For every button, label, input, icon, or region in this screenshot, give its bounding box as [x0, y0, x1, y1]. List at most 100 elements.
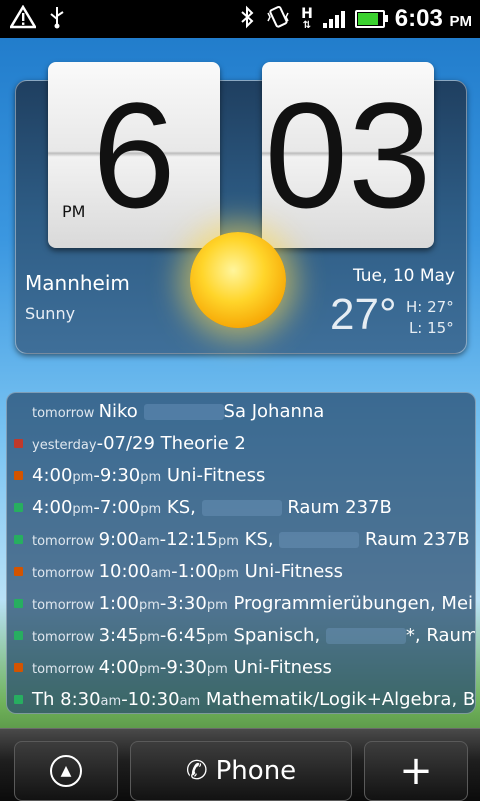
status-time: 6:03 — [394, 5, 443, 32]
weather-condition: Sunny — [25, 304, 76, 323]
agenda-event-part: -9:30 — [159, 656, 207, 678]
agenda-event-part: 4:00 — [98, 656, 139, 678]
calendar-color-icon — [14, 439, 23, 448]
redacted-text — [279, 531, 360, 548]
minute-flip-card[interactable]: 03 — [262, 62, 434, 248]
agenda-event-part: Raum 237B — [359, 528, 470, 550]
agenda-event-text: 4:00pm-7:00pm KS, Raum 237B — [32, 497, 392, 518]
agenda-event-part: -3:30 — [159, 592, 207, 614]
agenda-event[interactable]: tomorrow 9:00am-12:15pm KS, Raum 237B — [7, 523, 475, 555]
agenda-event-part: Spanisch, — [227, 624, 326, 646]
agenda-event-part: am — [150, 565, 172, 581]
calendar-color-icon — [14, 471, 23, 480]
vibrate-icon — [265, 5, 291, 33]
agenda-event-part: Mathematik/Logik+Algebra, Be — [200, 688, 476, 710]
agenda-event-text: tomorrow 4:00pm-9:30pm Uni-Fitness — [32, 657, 332, 678]
redacted-text — [201, 499, 282, 516]
agenda-event-text: tomorrow Niko Sa Johanna — [32, 401, 324, 422]
agenda-event[interactable]: tomorrow 3:45pm-6:45pm Spanisch, *, Raum — [7, 619, 475, 651]
agenda-event-part: tomorrow — [32, 661, 99, 677]
agenda-event-part: pm — [72, 501, 94, 517]
agenda-event-part: pm — [206, 661, 228, 677]
agenda-event-text: tomorrow 10:00am-1:00pm Uni-Fitness — [32, 561, 343, 582]
agenda-event-part: *, Raum — [405, 624, 476, 646]
agenda-event[interactable]: tomorrow 4:00pm-9:30pm Uni-Fitness — [7, 651, 475, 683]
agenda-event-part: tomorrow — [32, 565, 99, 581]
agenda-event-part: -10:30 — [121, 688, 180, 710]
agenda-event-part: pm — [218, 565, 239, 581]
agenda-event-part: tomorrow — [32, 405, 99, 421]
add-button[interactable]: + — [364, 741, 468, 801]
calendar-color-icon — [14, 631, 23, 640]
hspa-icon: H ⇅ — [301, 6, 313, 31]
redacted-text — [325, 627, 406, 644]
sun-icon — [190, 232, 286, 328]
agenda-event[interactable]: 4:00pm-9:30pm Uni-Fitness — [7, 459, 475, 491]
clock-ampm: PM — [62, 202, 86, 221]
agenda-event-part: tomorrow — [32, 533, 99, 549]
agenda-event-part: -9:30 — [93, 464, 141, 486]
agenda-event-part: Th 8:30 — [32, 688, 101, 710]
agenda-event-part: Programmierübungen, Mei — [227, 592, 474, 614]
hspa-label: H — [301, 6, 313, 22]
agenda-event[interactable]: yesterday-07/29 Theorie 2 — [7, 427, 475, 459]
agenda-event-part: pm — [218, 533, 239, 549]
calendar-color-icon — [14, 695, 23, 704]
agenda-event-part: pm — [138, 629, 160, 645]
agenda-event[interactable]: tomorrow 1:00pm-3:30pm Programmierübunge… — [7, 587, 475, 619]
phone-handset-icon: ✆ — [185, 756, 208, 786]
calendar-color-icon — [14, 535, 23, 544]
agenda-event-part: -12:15 — [159, 528, 218, 550]
battery-icon — [354, 10, 388, 28]
agenda-event[interactable]: Th 8:30am-10:30am Mathematik/Logik+Algeb… — [7, 683, 476, 713]
status-bar: H ⇅ 6:03 PM — [0, 0, 480, 38]
agenda-event-part: 4:00 — [32, 496, 73, 518]
calendar-color-icon — [14, 599, 23, 608]
agenda-event-part: tomorrow — [32, 597, 99, 613]
agenda-event-part: Raum 237B — [281, 496, 392, 518]
calendar-color-icon — [14, 567, 23, 576]
bluetooth-icon — [239, 5, 255, 33]
status-clock: 6:03 PM — [395, 5, 472, 33]
weather-temperature: 27° — [330, 290, 397, 339]
clock-minute: 03 — [264, 71, 432, 239]
warning-icon — [8, 4, 38, 33]
agenda-event-part: Uni-Fitness — [227, 656, 332, 678]
agenda-event-part: pm — [72, 469, 94, 485]
status-ampm: PM — [449, 13, 473, 30]
calendar-color-icon — [14, 663, 23, 672]
agenda-event-part: KS, — [161, 496, 202, 518]
agenda-event[interactable]: tomorrow Niko Sa Johanna — [7, 395, 475, 427]
agenda-event-part: 1:00 — [98, 592, 139, 614]
agenda-event-part: pm — [140, 469, 162, 485]
weather-high: H: 27° — [406, 298, 454, 316]
agenda-event-text: yesterday-07/29 Theorie 2 — [32, 433, 246, 454]
agenda-event-part: am — [100, 693, 122, 709]
phone-label: Phone — [215, 756, 297, 786]
bottom-dock: ▲ ✆ Phone + — [0, 728, 480, 801]
agenda-event-part: pm — [206, 597, 228, 613]
agenda-event-part: KS, — [238, 528, 280, 550]
agenda-event-part: -7:00 — [93, 496, 141, 518]
agenda-event-part: -1:00 — [171, 560, 218, 582]
agenda-event-part: pm — [206, 629, 228, 645]
agenda-event-part: pm — [138, 597, 160, 613]
agenda-event-text: tomorrow 9:00am-12:15pm KS, Raum 237B — [32, 529, 470, 550]
agenda-event-text: tomorrow 1:00pm-3:30pm Programmierübunge… — [32, 593, 473, 614]
redacted-text — [143, 403, 224, 420]
phone-button[interactable]: ✆ Phone — [130, 741, 352, 801]
agenda-event[interactable]: 4:00pm-7:00pm KS, Raum 237B — [7, 491, 475, 523]
all-apps-button[interactable]: ▲ — [14, 741, 118, 801]
agenda-widget[interactable]: tomorrow Niko Sa Johanna yesterday-07/29 … — [6, 392, 476, 714]
arrow-up-circle-icon: ▲ — [50, 755, 82, 787]
signal-icon — [322, 10, 345, 28]
agenda-event-part: pm — [138, 661, 160, 677]
agenda-event-part: Uni-Fitness — [238, 560, 344, 582]
clock-hour: 6 — [92, 71, 176, 239]
agenda-event-part: 9:00 — [98, 528, 139, 550]
weather-city[interactable]: Mannheim — [25, 271, 130, 295]
agenda-event-part: Sa Johanna — [223, 400, 325, 422]
agenda-event[interactable]: tomorrow 10:00am-1:00pm Uni-Fitness — [7, 555, 475, 587]
calendar-color-icon — [14, 503, 23, 512]
weather-high-low: H: 27° L: 15° — [406, 297, 454, 339]
